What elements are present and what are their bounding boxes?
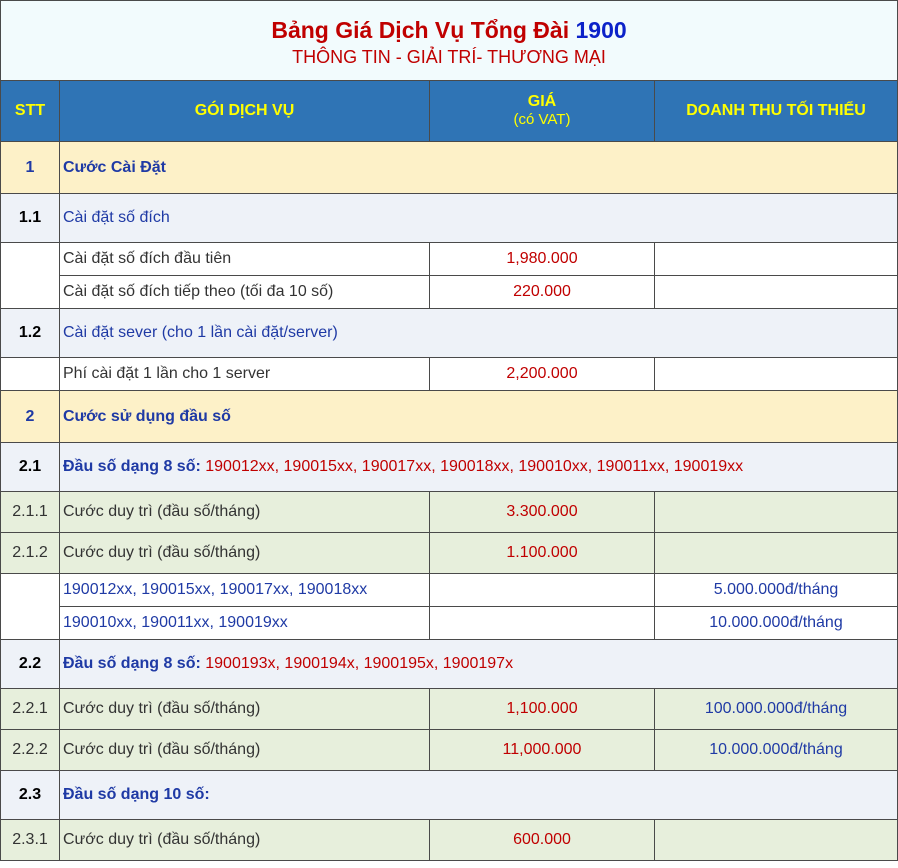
row-service: Đầu số dạng 10 số: <box>59 770 898 820</box>
table-row: 2.1.2 Cước duy trì (đầu số/tháng) 1.100.… <box>0 532 898 574</box>
row-service-numbers: 1900193x, 1900194x, 1900195x, 1900197x <box>200 655 514 672</box>
table-row: Cài đặt số đích tiếp theo (tối đa 10 số)… <box>1 275 898 309</box>
row-revenue: 100.000.000đ/tháng <box>654 688 898 730</box>
table-row: Cài đặt số đích đầu tiên 1,980.000 <box>0 242 898 309</box>
table-row: 2.2.1 Cước duy trì (đầu số/tháng) 1,100.… <box>0 688 898 730</box>
row-stt-empty <box>0 357 60 391</box>
row-service-label: Đầu số dạng 8 số: <box>63 655 201 672</box>
table-row: 2.3.1 Cước duy trì (đầu số/tháng) 600.00… <box>0 819 898 861</box>
table-row: 2.1 Đầu số dạng 8 số: 190012xx, 190015xx… <box>0 442 898 492</box>
header-service: GÓI DỊCH VỤ <box>59 80 430 142</box>
row-service: 190012xx, 190015xx, 190017xx, 190018xx <box>59 573 430 607</box>
row-revenue-empty <box>654 275 898 309</box>
table-row: 2.1.1 Cước duy trì (đầu số/tháng) 3.300.… <box>0 491 898 533</box>
row-service: Đầu số dạng 8 số: 190012xx, 190015xx, 19… <box>59 442 898 492</box>
row-service-numbers: 190012xx, 190015xx, 190017xx, 190018xx, … <box>200 458 744 475</box>
table-row: 2 Cước sử dụng đầu số <box>0 390 898 443</box>
row-price-empty <box>429 573 655 607</box>
header-row: STT GÓI DỊCH VỤ GIÁ (có VAT) DOANH THU T… <box>0 80 898 142</box>
row-stt-empty <box>0 242 60 309</box>
row-service: Cước duy trì (đầu số/tháng) <box>59 819 430 861</box>
page-title: Bảng Giá Dịch Vụ Tổng Đài 1900 <box>271 16 627 43</box>
table-row: 2.3 Đầu số dạng 10 số: <box>0 770 898 820</box>
row-price: 600.000 <box>429 819 655 861</box>
row-price: 1,980.000 <box>429 242 655 276</box>
row-service: Cài đặt số đích <box>59 193 898 243</box>
row-service: Phí cài đặt 1 lần cho 1 server <box>59 357 430 391</box>
page-subtitle: THÔNG TIN - GIẢI TRÍ- THƯƠNG MẠI <box>292 46 606 67</box>
row-revenue-empty <box>654 491 898 533</box>
header-revenue: DOANH THU TỐI THIỂU <box>654 80 898 142</box>
row-service: Cài đặt số đích tiếp theo (tối đa 10 số) <box>59 275 430 309</box>
row-price: 1.100.000 <box>429 532 655 574</box>
row-stt: 2.1.2 <box>0 532 60 574</box>
row-price: 1,100.000 <box>429 688 655 730</box>
table-row: 2.2.2 Cước duy trì (đầu số/tháng) 11,000… <box>0 729 898 771</box>
row-service: Cước sử dụng đầu số <box>59 390 898 443</box>
row-service: Cước duy trì (đầu số/tháng) <box>59 532 430 574</box>
header-price-note: (có VAT) <box>513 111 571 128</box>
row-stt: 2.2 <box>0 639 60 689</box>
row-stt: 2.1.1 <box>0 491 60 533</box>
row-revenue-empty <box>654 242 898 276</box>
table-row: 1.2 Cài đặt sever (cho 1 lần cài đặt/ser… <box>0 308 898 358</box>
row-stt: 2 <box>0 390 60 443</box>
header-price: GIÁ (có VAT) <box>429 80 655 142</box>
row-service: Cước duy trì (đầu số/tháng) <box>59 729 430 771</box>
row-stt: 2.2.1 <box>0 688 60 730</box>
table-row: Phí cài đặt 1 lần cho 1 server 2,200.000 <box>0 357 898 391</box>
row-price-empty <box>429 606 655 640</box>
row-service: Cước duy trì (đầu số/tháng) <box>59 491 430 533</box>
row-stt: 1.2 <box>0 308 60 358</box>
table-row: 1 Cước Cài Đặt <box>0 141 898 194</box>
row-service: Cước Cài Đặt <box>59 141 898 194</box>
header-stt: STT <box>0 80 60 142</box>
row-service: 190010xx, 190011xx, 190019xx <box>59 606 430 640</box>
row-service: Đầu số dạng 8 số: 1900193x, 1900194x, 19… <box>59 639 898 689</box>
table-row: 2.2 Đầu số dạng 8 số: 1900193x, 1900194x… <box>0 639 898 689</box>
row-stt: 2.2.2 <box>0 729 60 771</box>
title-cell: Bảng Giá Dịch Vụ Tổng Đài 1900 THÔNG TIN… <box>0 0 898 81</box>
title-number: 1900 <box>575 16 627 43</box>
table-row: 190012xx, 190015xx, 190017xx, 190018xx 5… <box>0 573 898 640</box>
row-stt: 1 <box>0 141 60 194</box>
title-row: Bảng Giá Dịch Vụ Tổng Đài 1900 THÔNG TIN… <box>0 0 898 81</box>
row-revenue-empty <box>654 357 898 391</box>
row-stt: 2.3 <box>0 770 60 820</box>
row-price: 220.000 <box>429 275 655 309</box>
row-revenue-empty <box>654 532 898 574</box>
row-stt: 2.3.1 <box>0 819 60 861</box>
table-row: 1.1 Cài đặt số đích <box>0 193 898 243</box>
row-price: 11,000.000 <box>429 729 655 771</box>
row-revenue: 10.000.000đ/tháng <box>654 606 898 640</box>
row-stt: 2.1 <box>0 442 60 492</box>
row-service: Cước duy trì (đầu số/tháng) <box>59 688 430 730</box>
header-price-label: GIÁ <box>527 93 557 110</box>
row-price: 3.300.000 <box>429 491 655 533</box>
row-service-label: Đầu số dạng 8 số: <box>63 458 201 475</box>
row-revenue: 10.000.000đ/tháng <box>654 729 898 771</box>
row-service: Cài đặt số đích đầu tiên <box>59 242 430 276</box>
table-row: 190010xx, 190011xx, 190019xx 10.000.000đ… <box>1 606 898 640</box>
row-stt: 1.1 <box>0 193 60 243</box>
row-revenue-empty <box>654 819 898 861</box>
price-table: Bảng Giá Dịch Vụ Tổng Đài 1900 THÔNG TIN… <box>0 0 898 861</box>
row-revenue: 5.000.000đ/tháng <box>654 573 898 607</box>
row-price: 2,200.000 <box>429 357 655 391</box>
row-service: Cài đặt sever (cho 1 lần cài đặt/server) <box>59 308 898 358</box>
row-stt-empty <box>0 573 60 640</box>
